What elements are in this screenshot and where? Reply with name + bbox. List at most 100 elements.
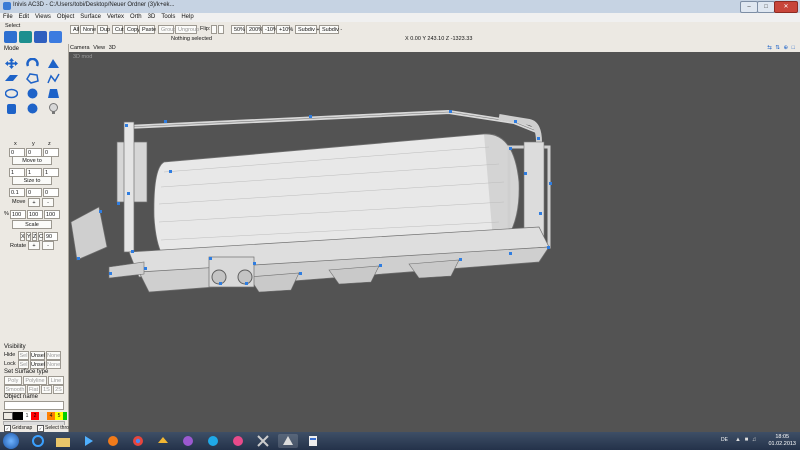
axis-c-button[interactable]: C xyxy=(38,232,43,241)
double-sided-button[interactable]: 2S xyxy=(53,385,64,394)
subdiv-plus-button[interactable]: Subdiv + xyxy=(295,25,320,34)
none-button[interactable]: None xyxy=(80,25,96,34)
select-through-checkbox[interactable]: ✓ xyxy=(37,425,44,432)
maximize-button[interactable]: □ xyxy=(757,1,775,13)
lock-sel-button[interactable]: Sel xyxy=(18,360,29,369)
size-to-button[interactable]: Size to xyxy=(12,176,52,185)
smooth-button[interactable]: Smooth xyxy=(4,385,26,394)
hide-unsel-button[interactable]: Unsel xyxy=(30,351,45,360)
circle-tool-icon[interactable] xyxy=(4,87,19,99)
move-tool-icon[interactable] xyxy=(4,57,19,69)
rotate-minus-button[interactable]: - xyxy=(42,241,54,250)
menu-edit[interactable]: Edit xyxy=(16,13,32,22)
move-minus-button[interactable]: - xyxy=(42,198,54,207)
dup-button[interactable]: Dup xyxy=(97,25,110,34)
rotate-tool-icon[interactable] xyxy=(25,57,40,69)
lock-unsel-button[interactable]: Unsel xyxy=(30,360,45,369)
lock-none-button[interactable]: None xyxy=(46,360,61,369)
gridsnap-checkbox[interactable]: ✓ xyxy=(4,425,11,432)
close-button[interactable]: ✕ xyxy=(774,1,798,13)
menu-help[interactable]: Help xyxy=(178,13,196,22)
hide-none-button[interactable]: None xyxy=(46,351,61,360)
polyline-button[interactable]: Polyline xyxy=(23,376,47,385)
3d-tab[interactable]: 3D xyxy=(109,45,116,51)
view-tab[interactable]: View xyxy=(93,45,105,51)
tool-icon[interactable] xyxy=(253,434,273,448)
object-name-field[interactable] xyxy=(4,401,64,410)
ac3d-taskbar-icon[interactable] xyxy=(278,434,298,448)
viewport-nav-icons[interactable]: ⇆ ⇅ ⊕ □ xyxy=(767,44,796,52)
flip-y-button[interactable] xyxy=(218,25,224,34)
select-vertex-icon[interactable] xyxy=(4,31,17,43)
axis-x-button[interactable]: X xyxy=(20,232,25,241)
menu-orth[interactable]: Orth xyxy=(127,13,145,22)
select-object-icon[interactable] xyxy=(19,31,32,43)
scale-y-field[interactable]: 100 xyxy=(27,210,43,219)
zoom-plus10-button[interactable]: +10% xyxy=(276,25,293,34)
line-button[interactable]: Line xyxy=(48,376,64,385)
hide-sel-button[interactable]: Sel xyxy=(18,351,29,360)
rotate-angle-field[interactable]: 90 xyxy=(44,232,58,241)
copy-button[interactable]: Copy xyxy=(124,25,140,34)
paint-icon[interactable] xyxy=(178,434,198,448)
menu-object[interactable]: Object xyxy=(54,13,77,22)
flat-button[interactable]: Flat xyxy=(27,385,40,394)
poly-tool-icon[interactable] xyxy=(25,72,40,84)
palette-swatch[interactable]: 2 xyxy=(31,412,39,420)
paste-button[interactable]: Paste xyxy=(139,25,156,34)
camera-tab[interactable]: Camera xyxy=(70,45,90,51)
move-plus-button[interactable]: + xyxy=(28,198,40,207)
palette-swatch[interactable]: 4 xyxy=(47,412,55,420)
cylinder-tool-icon[interactable] xyxy=(4,102,19,114)
axis-y-button[interactable]: Y xyxy=(26,232,31,241)
step-x-field[interactable]: 0.1 xyxy=(9,188,25,197)
chrome-icon[interactable] xyxy=(128,434,148,448)
doc-icon[interactable] xyxy=(303,434,323,448)
scale-z-field[interactable]: 100 xyxy=(44,210,60,219)
disk-tool-icon[interactable] xyxy=(25,87,40,99)
group-button[interactable]: Group xyxy=(158,25,176,34)
clock[interactable]: 18:05 01.02.2013 xyxy=(768,434,796,448)
ungroup-button[interactable]: Ungroup xyxy=(175,25,199,34)
select-group-icon[interactable] xyxy=(49,31,62,43)
flip-x-button[interactable] xyxy=(211,25,217,34)
palette-swatch[interactable] xyxy=(63,412,67,420)
light-tool-icon[interactable] xyxy=(46,102,61,114)
game-icon[interactable] xyxy=(153,434,173,448)
menu-tools[interactable]: Tools xyxy=(158,13,178,22)
menu-surface[interactable]: Surface xyxy=(77,13,104,22)
subdiv-minus-button[interactable]: Subdiv - xyxy=(319,25,342,34)
skype-icon[interactable] xyxy=(203,434,223,448)
ie-icon[interactable] xyxy=(28,434,48,448)
menu-file[interactable]: File xyxy=(0,13,16,22)
rotate-plus-button[interactable]: + xyxy=(28,241,40,250)
3d-viewport[interactable]: 3D mod xyxy=(69,52,800,432)
zoom-50-button[interactable]: 50% xyxy=(231,25,245,34)
zoom-minus10-button[interactable]: -10% xyxy=(262,25,278,34)
cut-button[interactable]: Cut xyxy=(112,25,124,34)
menu-3d[interactable]: 3D xyxy=(145,13,159,22)
firefox-icon[interactable] xyxy=(103,434,123,448)
palette-swatch[interactable] xyxy=(3,412,13,420)
line-tool-icon[interactable] xyxy=(46,72,61,84)
menu-vertex[interactable]: Vertex xyxy=(104,13,127,22)
all-button[interactable]: All xyxy=(70,25,79,34)
start-button[interactable] xyxy=(3,433,19,449)
palette-swatch[interactable]: 5 xyxy=(55,412,63,420)
box-tool-icon[interactable] xyxy=(46,87,61,99)
scale-x-field[interactable]: 100 xyxy=(10,210,26,219)
palette-swatch[interactable] xyxy=(13,412,23,420)
minimize-button[interactable]: – xyxy=(740,1,758,13)
zoom-200-button[interactable]: 200% xyxy=(246,25,263,34)
chat-icon[interactable] xyxy=(228,434,248,448)
media-player-icon[interactable] xyxy=(78,434,98,448)
axis-z-button[interactable]: Z xyxy=(32,232,37,241)
poly-button[interactable]: Poly xyxy=(4,376,22,385)
sphere-tool-icon[interactable] xyxy=(25,102,40,114)
move-to-button[interactable]: Move to xyxy=(12,156,52,165)
palette-swatch[interactable] xyxy=(39,412,47,420)
scale-button[interactable]: Scale xyxy=(12,220,52,229)
explorer-icon[interactable] xyxy=(53,434,73,448)
step-z-field[interactable]: 0 xyxy=(43,188,59,197)
language-indicator[interactable]: DE xyxy=(721,437,728,443)
